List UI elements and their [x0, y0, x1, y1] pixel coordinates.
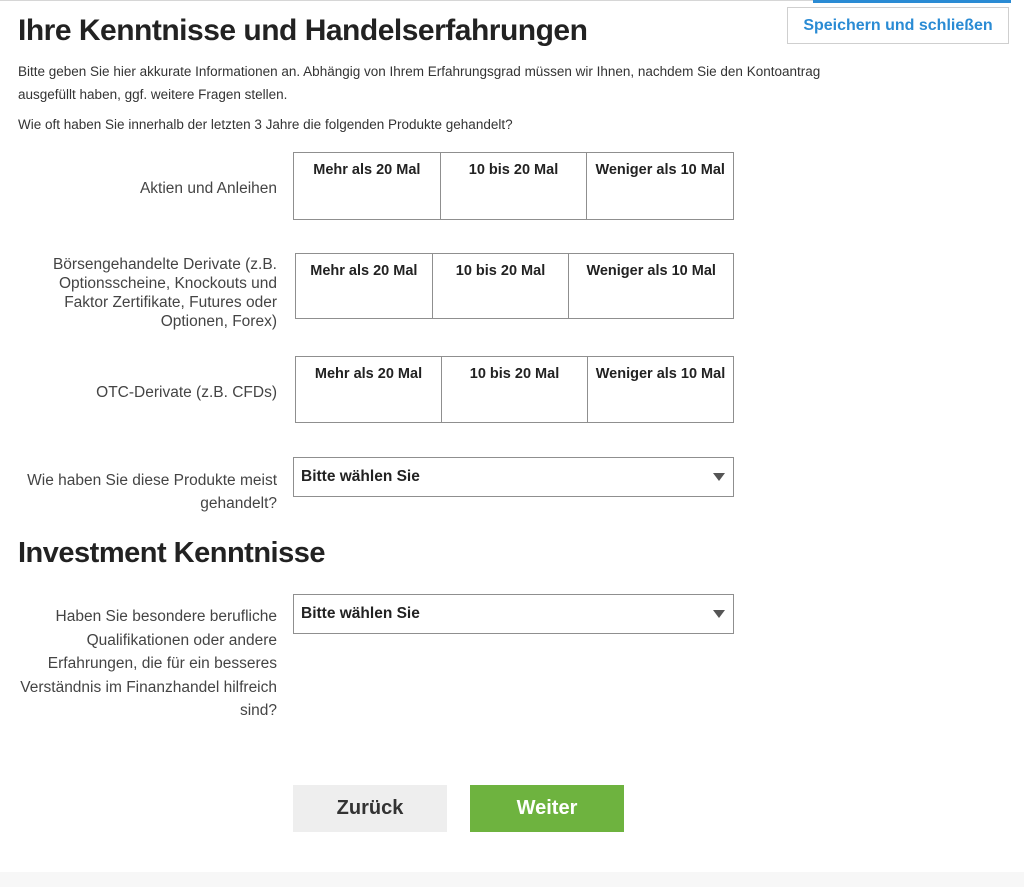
option-less-than-10[interactable]: Weniger als 10 Mal	[588, 357, 733, 422]
option-more-than-20[interactable]: Mehr als 20 Mal	[296, 254, 433, 318]
dropdown-arrow-icon	[713, 473, 725, 481]
frequency-question: Wie oft haben Sie innerhalb der letzten …	[18, 117, 513, 132]
option-10-to-20[interactable]: 10 bis 20 Mal	[441, 153, 588, 219]
qualifications-value: Bitte wählen Sie	[301, 605, 420, 622]
intro-text: Bitte geben Sie hier akkurate Informatio…	[18, 60, 978, 106]
trading-method-value: Bitte wählen Sie	[301, 468, 420, 485]
next-button[interactable]: Weiter	[470, 785, 624, 832]
qualifications-label: Haben Sie besondere berufliche Qualifika…	[20, 608, 277, 719]
back-button[interactable]: Zurück	[293, 785, 447, 832]
intro-line-2: ausgefüllt haben, ggf. weitere Fragen st…	[18, 87, 288, 102]
intro-line-1: Bitte geben Sie hier akkurate Informatio…	[18, 64, 821, 79]
option-less-than-10[interactable]: Weniger als 10 Mal	[569, 254, 733, 318]
page-title: Ihre Kenntnisse und Handelserfahrungen	[18, 14, 588, 47]
option-more-than-20[interactable]: Mehr als 20 Mal	[294, 153, 441, 219]
trading-method-label: Wie haben Sie diese Produkte meist gehan…	[27, 472, 277, 512]
frequency-group-otc-derivatives: Mehr als 20 Mal 10 bis 20 Mal Weniger al…	[295, 356, 734, 423]
product-label-exchange-derivatives: Börsengehandelte Derivate (z.B. Optionss…	[52, 256, 277, 330]
option-10-to-20[interactable]: 10 bis 20 Mal	[433, 254, 570, 318]
qualifications-select[interactable]: Bitte wählen Sie	[293, 594, 734, 634]
top-accent-bar	[813, 0, 1011, 3]
option-more-than-20[interactable]: Mehr als 20 Mal	[296, 357, 442, 422]
dropdown-arrow-icon	[713, 610, 725, 618]
trading-method-select[interactable]: Bitte wählen Sie	[293, 457, 734, 497]
product-label-stocks: Aktien und Anleihen	[139, 180, 277, 197]
option-10-to-20[interactable]: 10 bis 20 Mal	[442, 357, 588, 422]
footer-band	[0, 872, 1024, 887]
save-and-close-button[interactable]: Speichern und schließen	[787, 7, 1009, 44]
frequency-group-stocks: Mehr als 20 Mal 10 bis 20 Mal Weniger al…	[293, 152, 734, 220]
option-less-than-10[interactable]: Weniger als 10 Mal	[587, 153, 733, 219]
investment-section-title: Investment Kenntnisse	[18, 537, 325, 569]
frequency-group-exchange-derivatives: Mehr als 20 Mal 10 bis 20 Mal Weniger al…	[295, 253, 734, 319]
product-label-otc-derivatives: OTC-Derivate (z.B. CFDs)	[96, 384, 277, 401]
